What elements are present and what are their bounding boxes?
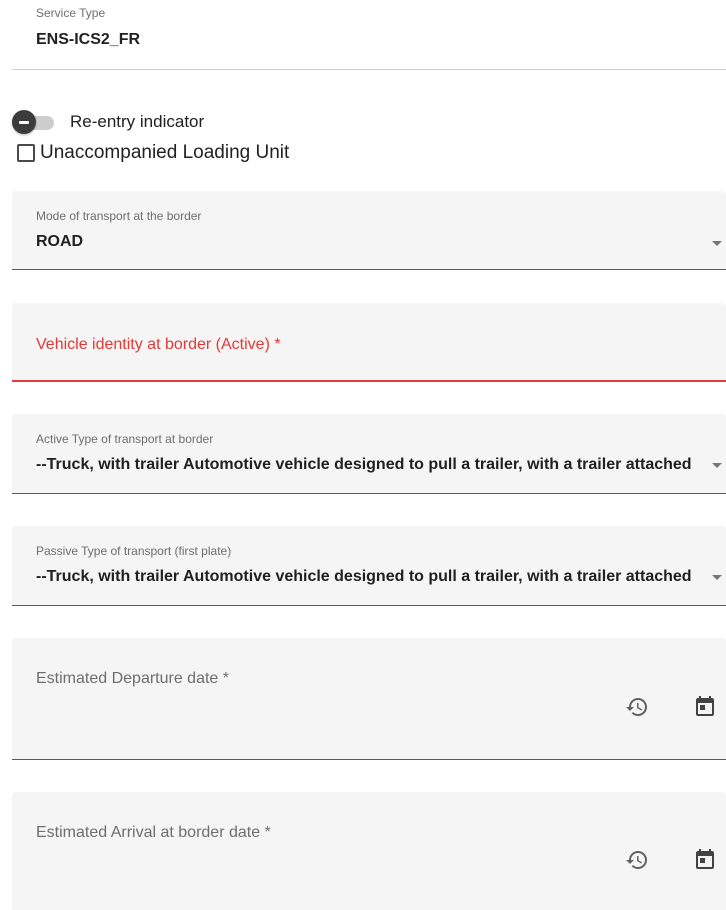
active-type-select[interactable]: Active Type of transport at border --Tru… (12, 414, 726, 494)
calendar-icon[interactable] (693, 847, 717, 871)
mode-of-transport-value: ROAD (36, 233, 84, 250)
unaccompanied-label: Unaccompanied Loading Unit (40, 142, 290, 163)
unaccompanied-row: Unaccompanied Loading Unit (17, 140, 289, 166)
service-type-field: Service Type ENS-ICS2_FR (12, 0, 726, 70)
passive-type-value: --Truck, with trailer Automotive vehicle… (36, 568, 692, 585)
departure-date-label: Estimated Departure date * (36, 670, 229, 687)
departure-date-input[interactable]: Estimated Departure date * (12, 638, 726, 760)
calendar-icon[interactable] (693, 694, 717, 718)
service-type-value: ENS-ICS2_FR (36, 31, 141, 48)
chevron-down-icon (712, 241, 722, 246)
unaccompanied-checkbox[interactable] (17, 144, 35, 162)
mode-of-transport-label: Mode of transport at the border (36, 209, 202, 223)
chevron-down-icon (712, 575, 722, 580)
chevron-down-icon (712, 463, 722, 468)
passive-type-select[interactable]: Passive Type of transport (first plate) … (12, 526, 726, 606)
arrival-date-input[interactable]: Estimated Arrival at border date * (12, 792, 726, 910)
reentry-toggle-row: Re-entry indicator (12, 108, 204, 136)
mode-of-transport-select[interactable]: Mode of transport at the border ROAD (12, 191, 726, 270)
toggle-thumb (12, 110, 36, 134)
reentry-toggle[interactable] (12, 109, 62, 135)
reentry-label: Re-entry indicator (70, 112, 205, 131)
form-page: Service Type ENS-ICS2_FR Re-entry indica… (0, 0, 726, 910)
vehicle-identity-input[interactable]: Vehicle identity at border (Active) * (12, 303, 726, 382)
active-type-value: --Truck, with trailer Automotive vehicle… (36, 456, 692, 473)
arrival-date-label: Estimated Arrival at border date * (36, 824, 271, 841)
vehicle-identity-label: Vehicle identity at border (Active) * (36, 336, 281, 353)
active-type-label: Active Type of transport at border (36, 432, 214, 446)
service-type-label: Service Type (36, 6, 106, 20)
history-icon[interactable] (625, 848, 649, 872)
passive-type-label: Passive Type of transport (first plate) (36, 544, 232, 558)
history-icon[interactable] (625, 695, 649, 719)
